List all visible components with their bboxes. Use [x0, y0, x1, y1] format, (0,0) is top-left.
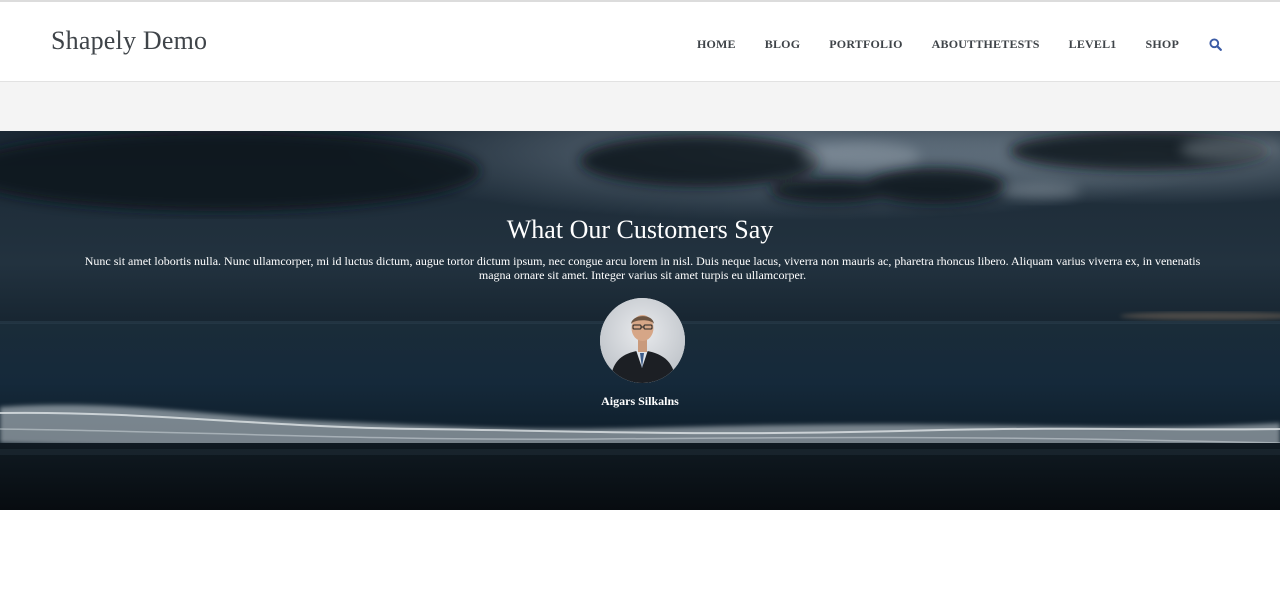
page-title-band — [0, 82, 1280, 131]
author-avatar — [600, 298, 685, 383]
author-name: Aigars Silkalns — [601, 394, 679, 408]
nav-item-portfolio[interactable]: PORTFOLIO — [829, 37, 902, 52]
nav-item-blog[interactable]: BLOG — [765, 37, 800, 52]
main-navigation: HOME BLOG PORTFOLIO ABOUTTHETESTS LEVEL1… — [697, 36, 1222, 52]
author-photo — [600, 298, 685, 383]
testimonial-quote: Nunc sit amet lobortis nulla. Nunc ullam… — [84, 254, 1201, 282]
search-icon[interactable] — [1209, 37, 1222, 51]
testimonial-title: What Our Customers Say — [506, 215, 774, 244]
nav-item-shop[interactable]: SHOP — [1146, 37, 1179, 52]
site-header: Shapely Demo HOME BLOG PORTFOLIO ABOUTTH… — [0, 2, 1280, 82]
nav-item-aboutthetests[interactable]: ABOUTTHETESTS — [932, 37, 1040, 52]
site-logo[interactable]: Shapely Demo — [51, 26, 207, 56]
testimonial-section: What Our Customers Say Nunc sit amet lob… — [0, 131, 1280, 510]
nav-item-level1[interactable]: LEVEL1 — [1069, 37, 1117, 52]
nav-item-home[interactable]: HOME — [697, 37, 736, 52]
